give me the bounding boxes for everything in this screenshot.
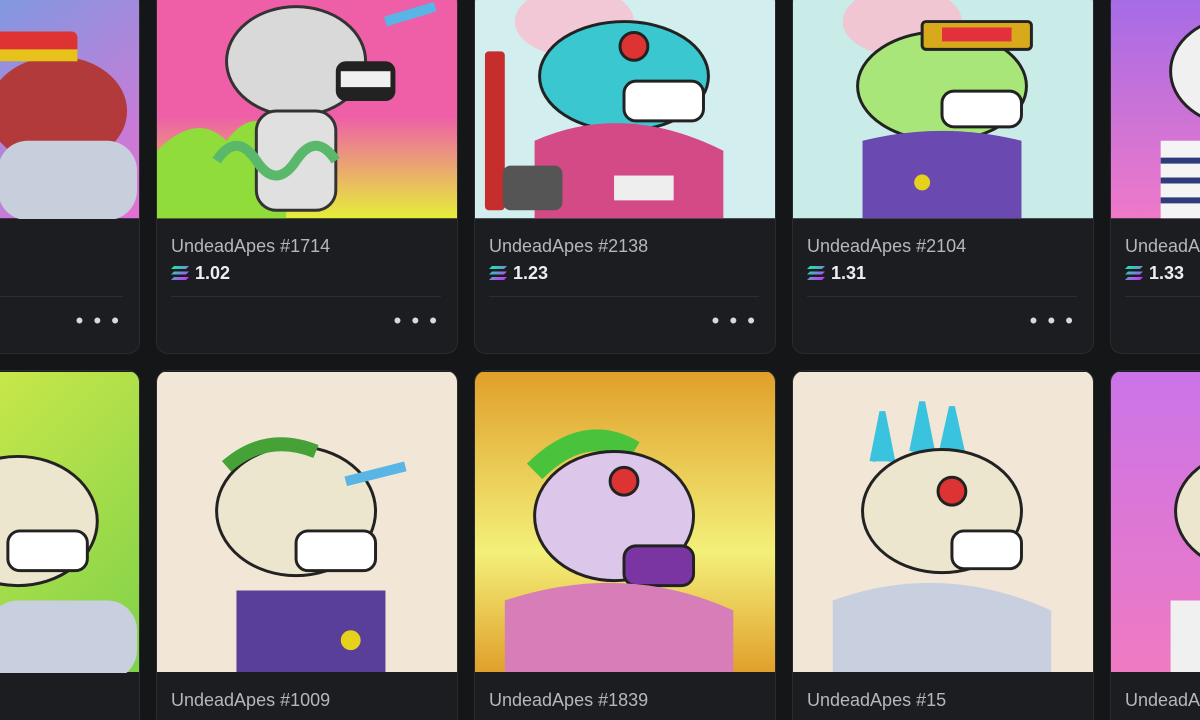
- nft-name: UndeadApes #1839: [489, 690, 649, 710]
- nft-price: 1.23: [489, 262, 759, 284]
- nft-name: UndeadApes #2138: [489, 236, 649, 256]
- nft-card[interactable]: UndeadApes #1009: [156, 370, 458, 720]
- nft-name: UndeadApes #2104: [807, 236, 967, 256]
- nft-card[interactable]: UndeadApes #2104 1.31 • • •: [792, 0, 1094, 354]
- nft-name: UndeadA: [1125, 690, 1200, 710]
- nft-image[interactable]: [475, 0, 775, 219]
- nft-image[interactable]: [475, 371, 775, 673]
- nft-image[interactable]: [793, 371, 1093, 673]
- more-options-icon[interactable]: • • •: [394, 310, 439, 332]
- nft-card[interactable]: UndeadApes #2138 1.23 • • •: [474, 0, 776, 354]
- solana-icon: [1125, 266, 1143, 280]
- nft-art: [0, 0, 139, 219]
- nft-image[interactable]: [157, 371, 457, 673]
- nft-image[interactable]: [0, 0, 139, 219]
- more-options-icon[interactable]: • • •: [712, 310, 757, 332]
- nft-image[interactable]: [1111, 0, 1200, 219]
- nft-card[interactable]: UndeadApes #15: [792, 370, 1094, 720]
- nft-art: [1111, 0, 1200, 219]
- nft-art: [157, 0, 457, 219]
- nft-card[interactable]: 6 x • • •: [0, 0, 140, 354]
- nft-grid: 6 x • • • UndeadApes #1714: [0, 0, 1200, 720]
- nft-card[interactable]: UndeadApes #1714 1.02 • • •: [156, 0, 458, 354]
- nft-name: 9: [0, 689, 123, 711]
- price-value: 1.31: [831, 263, 867, 283]
- nft-price: 1.31: [807, 262, 1077, 284]
- nft-image[interactable]: [793, 0, 1093, 219]
- nft-card[interactable]: 9: [0, 370, 140, 720]
- nft-price: 1.33: [1125, 262, 1200, 284]
- nft-art: [0, 372, 139, 673]
- solana-icon: [489, 266, 507, 280]
- nft-image[interactable]: [1111, 371, 1200, 673]
- price-value: 1.02: [195, 263, 231, 283]
- nft-name: UndeadApes #1009: [171, 690, 331, 710]
- nft-name: UndeadApes #1714: [171, 236, 331, 256]
- nft-name: 6: [0, 235, 123, 257]
- solana-icon: [807, 266, 825, 280]
- nft-art: [475, 372, 775, 672]
- solana-icon: [171, 266, 189, 280]
- nft-name: UndeadApes #15: [807, 690, 947, 710]
- nft-art: [1111, 372, 1200, 672]
- nft-art: [475, 0, 775, 219]
- price-value: 1.33: [1149, 263, 1185, 283]
- price-value: 1.23: [513, 263, 549, 283]
- nft-card[interactable]: UndeadA: [1110, 370, 1200, 720]
- nft-card[interactable]: UndeadApes #1839: [474, 370, 776, 720]
- nft-image[interactable]: [0, 371, 139, 673]
- more-options-icon[interactable]: • • •: [1030, 310, 1075, 332]
- nft-image[interactable]: [157, 0, 457, 219]
- nft-art: [793, 0, 1093, 219]
- nft-card[interactable]: UndeadA 1.33: [1110, 0, 1200, 354]
- more-options-icon[interactable]: • • •: [76, 310, 121, 332]
- nft-art: [793, 372, 1093, 672]
- nft-price: 1.02: [171, 262, 441, 284]
- nft-name: UndeadA: [1125, 236, 1200, 256]
- nft-art: [157, 372, 457, 672]
